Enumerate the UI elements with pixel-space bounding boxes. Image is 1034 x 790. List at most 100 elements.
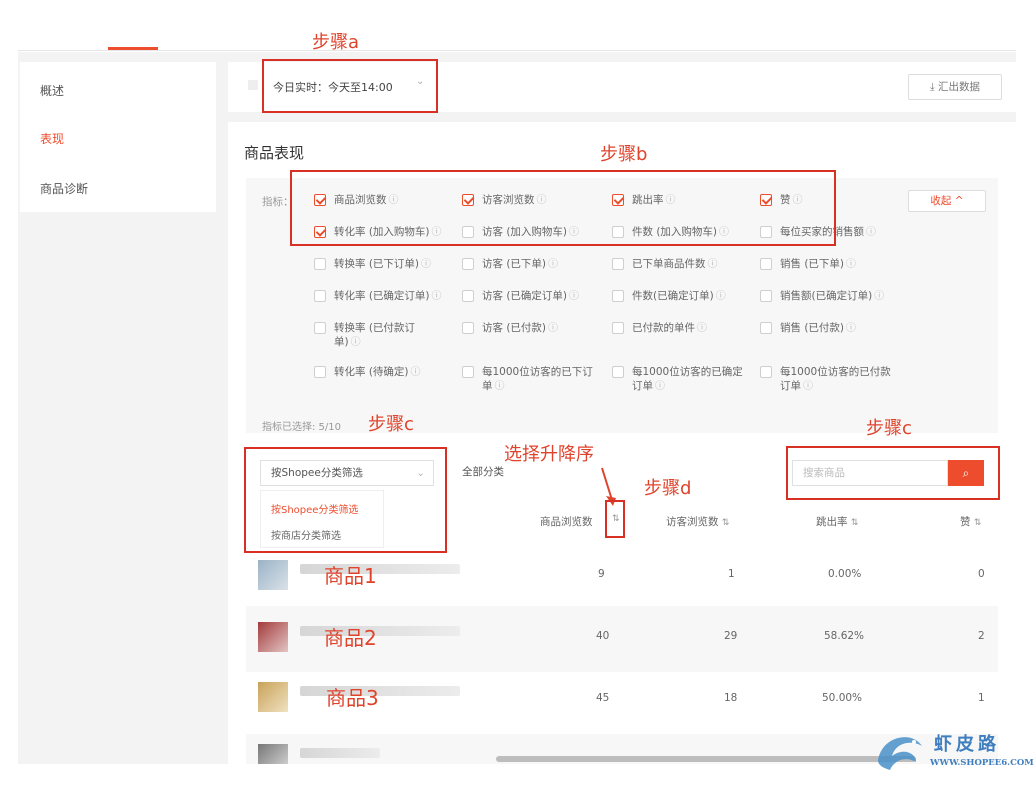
sidebar-item-overview[interactable]: 概述 bbox=[40, 82, 64, 99]
metric-label: 已付款的单件 ⓘ bbox=[632, 322, 707, 334]
product-name: 商品2 bbox=[324, 626, 377, 650]
metric-checkbox[interactable] bbox=[462, 366, 474, 378]
metric-label: 每1000位访客的已确定订单 ⓘ bbox=[632, 366, 743, 392]
section-title: 商品表现 bbox=[244, 144, 305, 162]
step-c-left-highlight bbox=[244, 447, 447, 553]
product-thumbnail bbox=[258, 622, 288, 652]
header-views[interactable]: 商品浏览数 bbox=[540, 514, 593, 529]
cell-visitors: 18 bbox=[724, 692, 738, 704]
metric-checkbox[interactable] bbox=[760, 322, 772, 334]
cell-views: 45 bbox=[596, 692, 610, 704]
cell-views: 40 bbox=[596, 630, 610, 642]
table-row[interactable]: 商品1 9 1 0.00% 0 bbox=[246, 542, 998, 608]
metric-checkbox[interactable] bbox=[612, 258, 624, 270]
cell-likes: 2 bbox=[978, 630, 985, 642]
sidebar-item-performance[interactable]: 表现 bbox=[40, 130, 64, 147]
export-data-button[interactable]: ⤓ 汇出数据 bbox=[908, 74, 1002, 100]
cell-likes: 0 bbox=[978, 568, 985, 580]
chevron-up-icon: ^ bbox=[954, 195, 964, 207]
info-icon: ⓘ bbox=[548, 259, 559, 270]
horizontal-scrollbar[interactable] bbox=[496, 756, 916, 762]
shrimp-logo-icon bbox=[878, 737, 922, 770]
watermark-url: WWW.SHOPEE6.COM bbox=[930, 758, 1034, 768]
collapse-button[interactable]: 收起 ^ bbox=[908, 190, 986, 212]
metric-checkbox[interactable] bbox=[462, 258, 474, 270]
top-divider bbox=[18, 50, 1016, 51]
step-a-annotation: 步骤a bbox=[312, 32, 360, 53]
metrics-selected-count: 指标已选择: 5/10 bbox=[262, 422, 342, 433]
metric-label: 件数(已确定订单) ⓘ bbox=[632, 290, 726, 302]
metric-checkbox[interactable] bbox=[612, 290, 624, 302]
cell-visitors: 1 bbox=[728, 568, 735, 580]
sort-icon: ⇅ bbox=[973, 518, 982, 528]
metric-label: 访客 (已下单) ⓘ bbox=[482, 258, 559, 270]
info-icon: ⓘ bbox=[655, 381, 665, 392]
cell-visitors: 29 bbox=[724, 630, 738, 642]
info-icon: ⓘ bbox=[569, 291, 580, 302]
sidebar: 概述 表现 商品诊断 bbox=[20, 62, 216, 212]
metric-checkbox[interactable] bbox=[314, 366, 326, 378]
table-row[interactable]: 商品2 40 29 58.62% 2 bbox=[246, 606, 998, 672]
metric-label: 访客 (已付款) ⓘ bbox=[482, 322, 559, 334]
cell-bounce: 58.62% bbox=[824, 630, 865, 642]
metric-label: 每1000位访客的已下订单 ⓘ bbox=[482, 366, 593, 392]
metric-checkbox[interactable] bbox=[314, 290, 326, 302]
step-d-highlight bbox=[605, 500, 625, 538]
info-icon: ⓘ bbox=[697, 323, 707, 334]
metric-checkbox[interactable] bbox=[462, 322, 474, 334]
step-d-annotation: 步骤d bbox=[644, 478, 692, 499]
metric-checkbox[interactable] bbox=[760, 258, 772, 270]
info-icon: ⓘ bbox=[803, 381, 813, 392]
metric-checkbox[interactable] bbox=[760, 290, 772, 302]
blurred-product-title bbox=[300, 686, 460, 696]
step-c-right-highlight bbox=[786, 446, 1000, 500]
step-c-annotation-right: 步骤c bbox=[866, 418, 912, 439]
metric-checkbox[interactable] bbox=[314, 258, 326, 270]
metric-label: 转化率 (待确定) ⓘ bbox=[334, 366, 421, 378]
info-icon: ⓘ bbox=[410, 367, 421, 378]
metric-label: 每1000位访客的已付款订单 ⓘ bbox=[780, 366, 891, 392]
active-tab-indicator bbox=[108, 47, 158, 50]
download-icon: ⤓ bbox=[930, 81, 935, 93]
step-b-annotation: 步骤b bbox=[600, 144, 648, 165]
metric-checkbox[interactable] bbox=[760, 366, 772, 378]
sidebar-item-diagnosis[interactable]: 商品诊断 bbox=[40, 180, 88, 197]
cell-likes: 1 bbox=[978, 692, 985, 704]
metric-checkbox[interactable] bbox=[462, 290, 474, 302]
cell-bounce: 50.00% bbox=[822, 692, 863, 704]
info-icon: ⓘ bbox=[707, 259, 718, 270]
metric-label: 已下单商品件数 ⓘ bbox=[632, 258, 718, 270]
metric-label: 转换率 (已下订单) ⓘ bbox=[334, 258, 432, 270]
info-icon: ⓘ bbox=[715, 291, 726, 302]
header-visitors[interactable]: 访客浏览数 ⇅ bbox=[666, 514, 729, 529]
metric-checkbox[interactable] bbox=[612, 322, 624, 334]
all-categories-select[interactable]: 全部分类 bbox=[454, 460, 614, 486]
step-c-annotation-left: 步骤c bbox=[368, 414, 414, 435]
product-thumbnail bbox=[258, 560, 288, 590]
header-bounce-rate[interactable]: 跳出率 ⇅ bbox=[816, 514, 858, 529]
info-icon: ⓘ bbox=[874, 291, 885, 302]
info-icon: ⓘ bbox=[548, 323, 559, 334]
metric-label: 访客 (已确定订单) ⓘ bbox=[482, 290, 580, 302]
step-a-highlight bbox=[262, 59, 438, 113]
watermark-logo: 虾皮路 WWW.SHOPEE6.COM bbox=[872, 724, 1034, 784]
sort-icon: ⇅ bbox=[850, 518, 859, 528]
calendar-icon bbox=[248, 80, 258, 90]
blurred-product-title bbox=[300, 748, 380, 758]
metric-checkbox[interactable] bbox=[612, 366, 624, 378]
product-name: 商品3 bbox=[326, 686, 379, 710]
metric-label: 转化率 (已确定订单) ⓘ bbox=[334, 290, 442, 302]
metric-label: 销售 (已付款) ⓘ bbox=[780, 322, 857, 334]
info-icon: ⓘ bbox=[846, 259, 857, 270]
export-label: 汇出数据 bbox=[938, 81, 980, 93]
info-icon: ⓘ bbox=[866, 227, 876, 238]
all-categories-value: 全部分类 bbox=[462, 466, 504, 478]
product-name: 商品1 bbox=[324, 564, 377, 588]
product-thumbnail bbox=[258, 682, 288, 712]
metric-checkbox[interactable] bbox=[314, 322, 326, 334]
metrics-prefix: 指标： bbox=[262, 196, 294, 208]
info-icon: ⓘ bbox=[431, 291, 442, 302]
header-likes[interactable]: 赞 ⇅ bbox=[960, 514, 981, 529]
watermark-brand: 虾皮路 bbox=[934, 734, 1000, 755]
product-thumbnail bbox=[258, 744, 288, 764]
